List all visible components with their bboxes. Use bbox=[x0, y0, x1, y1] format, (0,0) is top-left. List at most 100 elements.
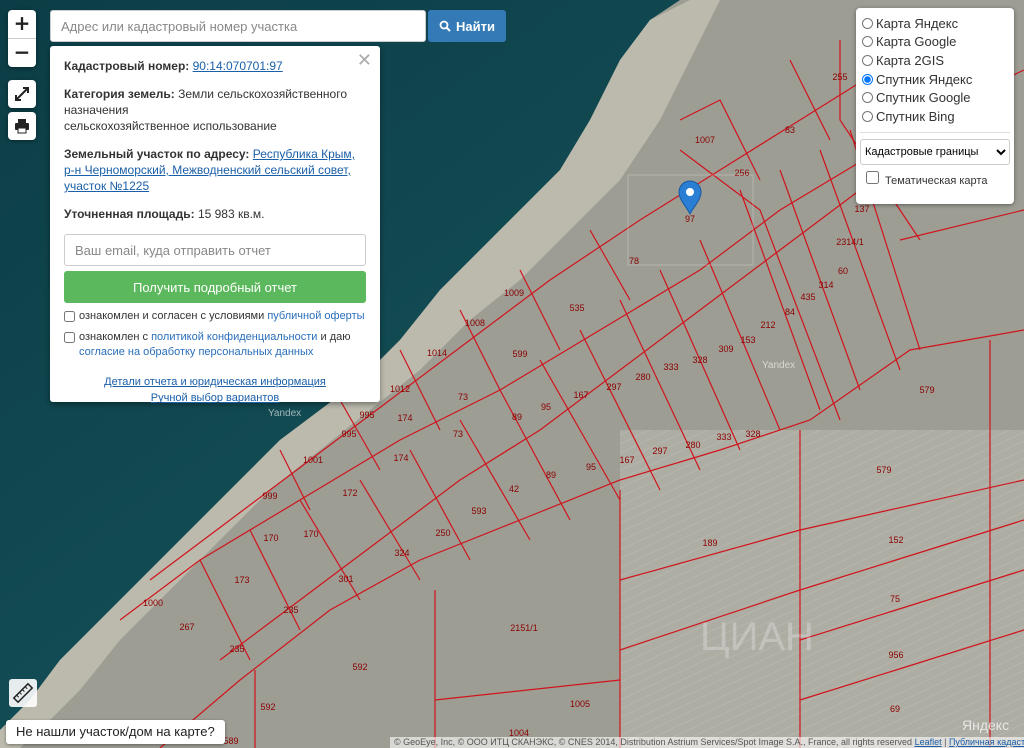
layer-radio[interactable] bbox=[862, 110, 873, 122]
search-button-label: Найти bbox=[456, 18, 495, 34]
cian-watermark: ЦИАН bbox=[700, 615, 814, 659]
layer-radio[interactable] bbox=[862, 92, 873, 104]
attribution-text: © GeoEye, Inc, © ООО ИТЦ СКАНЭКС, © CNES… bbox=[394, 737, 913, 747]
layer-label: Карта 2GIS bbox=[876, 52, 945, 68]
area-value: 15 983 кв.м. bbox=[197, 207, 265, 221]
parcel-number-label: 592 bbox=[352, 662, 367, 672]
parcel-number-label: 2151/1 bbox=[510, 623, 538, 633]
parcel-number-label: 324 bbox=[394, 548, 409, 558]
parcel-number-label: 174 bbox=[397, 413, 412, 423]
printer-icon bbox=[15, 119, 29, 134]
parcel-number-label: 212 bbox=[760, 320, 775, 330]
layer-label: Спутник Google bbox=[876, 90, 971, 106]
parcel-number-label: 255 bbox=[832, 72, 847, 82]
parcel-number-label: 328 bbox=[745, 429, 760, 439]
parcel-number-label: 280 bbox=[635, 372, 650, 382]
cadastral-map-link[interactable]: Публичная кадастровая карта bbox=[949, 737, 1024, 747]
yandex-watermark: Yandex bbox=[762, 360, 795, 371]
parcel-number-label: 153 bbox=[740, 335, 755, 345]
manual-selection-link[interactable]: Ручной выбор вариантов bbox=[64, 390, 366, 406]
cadastral-number-link[interactable]: 90:14:070701:97 bbox=[193, 59, 283, 73]
parcel-number-label: 173 bbox=[234, 575, 249, 585]
parcel-number-label: 95 bbox=[586, 462, 596, 472]
parcel-number-label: 89 bbox=[512, 412, 522, 422]
parcel-number-label: 73 bbox=[458, 392, 468, 402]
parcel-number-label: 1007 bbox=[695, 135, 715, 145]
layer-radio[interactable] bbox=[862, 17, 873, 29]
offer-checkbox[interactable] bbox=[64, 311, 75, 322]
layer-radio[interactable] bbox=[862, 54, 873, 66]
privacy-checkbox[interactable] bbox=[64, 332, 75, 343]
leaflet-link[interactable]: Leaflet bbox=[915, 737, 942, 747]
layer-option[interactable]: Карта Google bbox=[860, 33, 1010, 52]
parcel-number-label: 599 bbox=[512, 349, 527, 359]
parcel-number-label: 75 bbox=[890, 594, 900, 604]
parcel-number-label: 579 bbox=[919, 385, 934, 395]
not-found-button[interactable]: Не нашли участок/дом на карте? bbox=[6, 720, 225, 744]
parcel-number-label: 297 bbox=[652, 446, 667, 456]
layer-switcher: Карта Яндекс Карта Google Карта 2GIS Спутни… bbox=[856, 8, 1014, 204]
parcel-number-label: 250 bbox=[435, 528, 450, 538]
parcel-number-label: 167 bbox=[619, 455, 634, 465]
parcel-number-label: 333 bbox=[663, 362, 678, 372]
parcel-number-label: 1001 bbox=[303, 455, 323, 465]
details-link[interactable]: Детали отчета и юридическая информация bbox=[64, 374, 366, 390]
search-button[interactable]: Найти bbox=[428, 10, 506, 42]
map-attribution: © GeoEye, Inc, © ООО ИТЦ СКАНЭКС, © CNES… bbox=[390, 737, 1024, 748]
parcel-number-label: 435 bbox=[800, 292, 815, 302]
get-report-button[interactable]: Получить подробный отчет bbox=[64, 271, 366, 303]
parcel-number-label: 280 bbox=[685, 440, 700, 450]
parcel-number-label: 956 bbox=[888, 650, 903, 660]
divider bbox=[860, 131, 1010, 133]
email-field[interactable] bbox=[64, 234, 366, 266]
layer-label: Спутник Bing bbox=[876, 108, 955, 124]
fullscreen-button[interactable] bbox=[8, 80, 36, 108]
yandex-watermark: Yandex bbox=[268, 408, 301, 419]
parcel-number-label: 328 bbox=[692, 355, 707, 365]
parcel-number-label: 1014 bbox=[427, 348, 447, 358]
area-label: Уточненная площадь: bbox=[64, 207, 195, 221]
zoom-in-button[interactable]: + bbox=[8, 10, 36, 39]
layer-radio[interactable] bbox=[862, 73, 873, 85]
category-value-2: сельскохозяйственное использование bbox=[64, 119, 277, 133]
measure-tool-button[interactable] bbox=[8, 678, 38, 708]
parcel-number-label: 1008 bbox=[465, 318, 485, 328]
parcel-number-label: 235 bbox=[229, 644, 244, 654]
layer-option[interactable]: Спутник Яндекс bbox=[860, 70, 1010, 89]
parcel-number-label: 84 bbox=[785, 307, 795, 317]
zoom-control: + − bbox=[8, 10, 36, 67]
layer-label: Карта Яндекс bbox=[876, 15, 959, 31]
layer-label: Спутник Яндекс bbox=[876, 71, 973, 87]
parcel-number-label: 999 bbox=[262, 491, 277, 501]
parcel-number-label: 535 bbox=[569, 303, 584, 313]
parcel-number-label: 189 bbox=[702, 538, 717, 548]
parcel-number-label: 83 bbox=[785, 125, 795, 135]
layer-option[interactable]: Спутник Google bbox=[860, 88, 1010, 107]
consent-link[interactable]: согласие на обработку персональных данны… bbox=[79, 346, 313, 358]
search-input[interactable] bbox=[50, 10, 426, 42]
offer-agreement: ознакомлен и согласен с условиями публич… bbox=[64, 309, 366, 324]
parcel-number-label: 235 bbox=[283, 605, 298, 615]
parcel-number-label: 73 bbox=[453, 429, 463, 439]
layer-option[interactable]: Карта 2GIS bbox=[860, 51, 1010, 70]
parcel-number-label: 579 bbox=[876, 465, 891, 475]
thematic-label: Тематическая карта bbox=[885, 174, 988, 187]
layer-radio[interactable] bbox=[862, 36, 873, 48]
privacy-link[interactable]: политикой конфиденциальности bbox=[151, 331, 317, 343]
offer-link[interactable]: публичной оферты bbox=[267, 310, 364, 322]
zoom-out-button[interactable]: − bbox=[8, 39, 36, 67]
thematic-checkbox[interactable] bbox=[866, 170, 879, 184]
close-icon[interactable]: ✕ bbox=[357, 50, 372, 71]
parcel-number-label: 2314/1 bbox=[836, 237, 864, 247]
layer-option[interactable]: Спутник Bing bbox=[860, 107, 1010, 126]
parcel-number-label: 1012 bbox=[390, 384, 410, 394]
parcel-number-label: 167 bbox=[573, 390, 588, 400]
parcel-number-label: 301 bbox=[338, 574, 353, 584]
parcel-number-label: 309 bbox=[718, 344, 733, 354]
overlay-select[interactable]: Кадастровые границы bbox=[860, 138, 1010, 165]
print-button[interactable] bbox=[8, 112, 36, 140]
layer-option[interactable]: Карта Яндекс bbox=[860, 14, 1010, 33]
privacy-text: ознакомлен с bbox=[79, 331, 149, 343]
parcel-number-label: 995 bbox=[359, 410, 374, 420]
parcel-number-label: 89 bbox=[546, 470, 556, 480]
